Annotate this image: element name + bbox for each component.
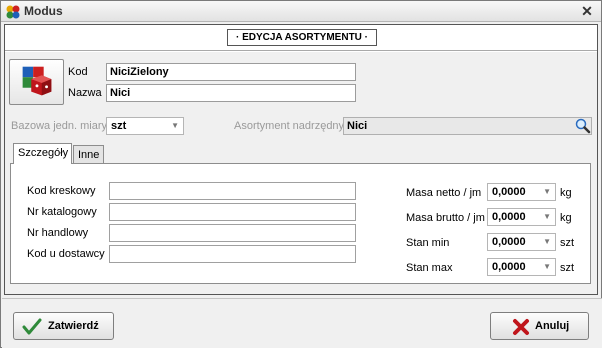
window-title: Modus [24, 4, 63, 18]
tab-inne[interactable]: Inne [73, 145, 104, 163]
stock-max-field[interactable]: 0,0000 ▼ [487, 258, 556, 276]
product-boxes-icon [22, 66, 52, 96]
trade-number-label: Nr handlowy [27, 227, 89, 239]
close-icon[interactable]: ✕ [579, 2, 595, 20]
barcode-field[interactable] [109, 182, 356, 200]
parent-field[interactable]: Nici [343, 117, 592, 135]
stock-max-label: Stan max [406, 262, 453, 274]
stock-min-unit: szt [560, 237, 575, 249]
parent-label: Asortyment nadrzędny [234, 120, 345, 132]
modus-window: Modus ✕ · EDYCJA ASORTYMENTU · Kod NiciZ… [0, 0, 602, 348]
cancel-button[interactable]: Anuluj [490, 312, 589, 340]
tab-szczegoly[interactable]: Szczegóły [13, 143, 72, 164]
chevron-down-icon: ▼ [543, 237, 551, 246]
trade-number-field[interactable] [109, 224, 356, 242]
base-unit-label: Bazowa jedn. miary [11, 120, 107, 132]
title-bar: Modus ✕ [1, 1, 601, 22]
red-x-icon [513, 319, 529, 335]
cancel-button-label: Anuluj [535, 320, 570, 332]
confirm-button-label: Zatwierdź [48, 320, 99, 332]
chevron-down-icon: ▼ [543, 262, 551, 271]
tab-szczegoly-label: Szczegóły [18, 147, 69, 159]
net-mass-unit: kg [560, 187, 572, 199]
gross-mass-unit: kg [560, 212, 572, 224]
supplier-code-field[interactable] [109, 245, 356, 263]
net-mass-label: Masa netto / jm [406, 187, 482, 199]
barcode-label: Kod kreskowy [27, 185, 96, 197]
stock-max-unit: szt [560, 262, 575, 274]
stock-min-value: 0,0000 [492, 236, 526, 248]
gross-mass-value: 0,0000 [492, 211, 526, 223]
stock-min-field[interactable]: 0,0000 ▼ [487, 233, 556, 251]
chevron-down-icon: ▼ [171, 121, 179, 130]
stock-min-label: Stan min [406, 237, 450, 249]
section-title: · EDYCJA ASORTYMENTU · [227, 29, 377, 46]
chevron-down-icon: ▼ [543, 187, 551, 196]
magnifier-icon[interactable] [574, 117, 591, 134]
gross-mass-field[interactable]: 0,0000 ▼ [487, 208, 556, 226]
tab-inne-label: Inne [78, 149, 100, 161]
item-image-button[interactable] [9, 59, 64, 105]
base-unit-select[interactable]: szt ▼ [106, 117, 184, 135]
nazwa-label: Nazwa [68, 87, 102, 99]
kod-field[interactable]: NiciZielony [106, 63, 356, 81]
nazwa-field[interactable]: Nici [106, 84, 356, 102]
chevron-down-icon: ▼ [543, 212, 551, 221]
supplier-code-label: Kod u dostawcy [27, 248, 105, 260]
net-mass-field[interactable]: 0,0000 ▼ [487, 183, 556, 201]
modus-app-icon [6, 5, 20, 19]
gross-mass-label: Masa brutto / jm [406, 212, 485, 224]
base-unit-value: szt [111, 120, 127, 132]
stock-max-value: 0,0000 [492, 261, 526, 273]
catalog-number-label: Nr katalogowy [27, 206, 97, 218]
kod-label: Kod [68, 66, 88, 78]
check-icon [22, 318, 42, 335]
confirm-button[interactable]: Zatwierdź [13, 312, 114, 340]
catalog-number-field[interactable] [109, 203, 356, 221]
net-mass-value: 0,0000 [492, 186, 526, 198]
